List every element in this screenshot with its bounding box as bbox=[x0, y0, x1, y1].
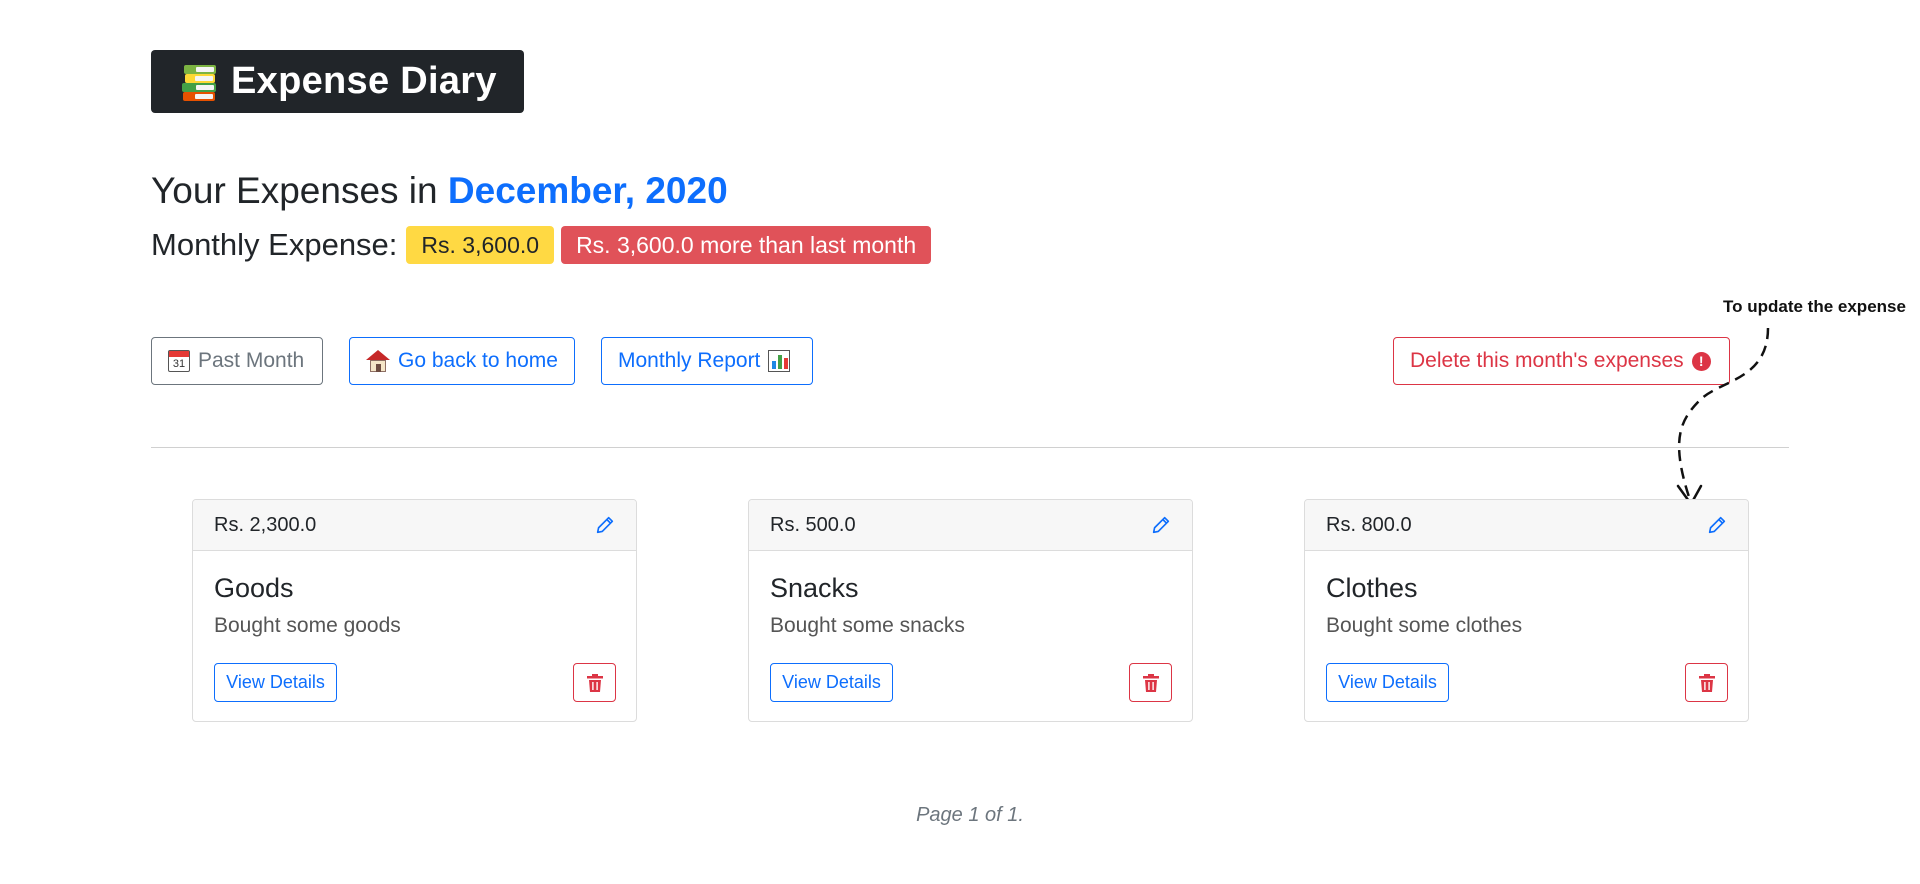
card-description: Bought some snacks bbox=[770, 614, 965, 637]
card-description: Bought some goods bbox=[214, 614, 401, 637]
page: Expense Diary Your Expenses in December,… bbox=[0, 0, 1920, 884]
divider bbox=[151, 447, 1789, 448]
brand-badge[interactable]: Expense Diary bbox=[151, 50, 524, 113]
card-body: Clothes Bought some clothes View Details bbox=[1305, 551, 1748, 721]
past-month-button[interactable]: 31 Past Month bbox=[151, 337, 323, 385]
go-home-label: Go back to home bbox=[398, 349, 558, 372]
card-amount: Rs. 500.0 bbox=[770, 513, 856, 536]
delete-expense-button[interactable] bbox=[573, 663, 616, 702]
expense-card: Rs. 2,300.0 Goods Bought some goods View… bbox=[192, 499, 637, 722]
card-amount: Rs. 800.0 bbox=[1326, 513, 1412, 536]
books-icon bbox=[181, 63, 217, 101]
monthly-report-label: Monthly Report bbox=[618, 349, 761, 372]
brand-title: Expense Diary bbox=[231, 60, 497, 102]
page-heading: Your Expenses in December, 2020 bbox=[151, 170, 728, 212]
pagination-text: Page 1 of 1. bbox=[916, 804, 1024, 826]
monthly-total-badge: Rs. 3,600.0 bbox=[406, 226, 555, 264]
card-header: Rs. 500.0 bbox=[749, 500, 1192, 551]
delete-expense-button[interactable] bbox=[1129, 663, 1172, 702]
pencil-icon[interactable] bbox=[594, 514, 616, 536]
card-title: Snacks bbox=[770, 573, 859, 603]
monthly-expense-label: Monthly Expense: bbox=[151, 227, 398, 262]
card-header: Rs. 800.0 bbox=[1305, 500, 1748, 551]
view-details-button[interactable]: View Details bbox=[1326, 663, 1449, 702]
annotation-arrow-icon bbox=[1676, 327, 1770, 506]
card-title: Goods bbox=[214, 573, 294, 603]
bar-chart-icon bbox=[768, 350, 791, 372]
pencil-icon[interactable] bbox=[1706, 514, 1728, 536]
card-title: Clothes bbox=[1326, 573, 1418, 603]
delete-month-label: Delete this month's expenses bbox=[1410, 349, 1684, 372]
trash-icon bbox=[1698, 673, 1715, 692]
monthly-report-button[interactable]: Monthly Report bbox=[601, 337, 813, 385]
heading-month: December, 2020 bbox=[447, 170, 728, 211]
trash-icon bbox=[586, 673, 603, 692]
view-details-button[interactable]: View Details bbox=[214, 663, 337, 702]
monthly-expense-row: Monthly Expense: Rs. 3,600.0 Rs. 3,600.0… bbox=[151, 226, 938, 264]
card-header: Rs. 2,300.0 bbox=[193, 500, 636, 551]
expense-card: Rs. 800.0 Clothes Bought some clothes Vi… bbox=[1304, 499, 1749, 722]
past-month-label: Past Month bbox=[198, 349, 305, 372]
trash-icon bbox=[1142, 673, 1159, 692]
monthly-comparison-badge: Rs. 3,600.0 more than last month bbox=[561, 226, 932, 264]
view-details-button[interactable]: View Details bbox=[770, 663, 893, 702]
go-home-button[interactable]: Go back to home bbox=[349, 337, 575, 385]
update-annotation: To update the expense bbox=[1723, 297, 1906, 316]
card-amount: Rs. 2,300.0 bbox=[214, 513, 317, 536]
calendar-icon: 31 bbox=[168, 350, 190, 372]
heading-prefix: Your Expenses in bbox=[151, 170, 448, 211]
delete-expense-button[interactable] bbox=[1685, 663, 1728, 702]
card-body: Goods Bought some goods View Details bbox=[193, 551, 636, 721]
pencil-icon[interactable] bbox=[1150, 514, 1172, 536]
house-icon bbox=[366, 350, 390, 372]
expense-card: Rs. 500.0 Snacks Bought some snacks View… bbox=[748, 499, 1193, 722]
card-description: Bought some clothes bbox=[1326, 614, 1523, 637]
card-body: Snacks Bought some snacks View Details bbox=[749, 551, 1192, 721]
